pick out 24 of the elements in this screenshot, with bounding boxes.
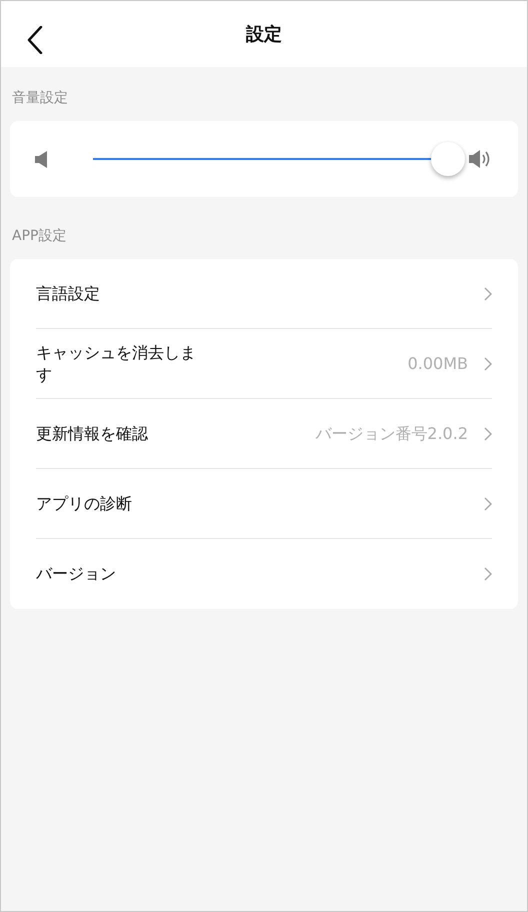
chevron-right-icon xyxy=(484,286,492,300)
row-label: バージョン xyxy=(36,563,116,585)
section-label: 音量設定 xyxy=(12,89,68,108)
page-title: 設定 xyxy=(246,22,282,46)
chevron-right-icon xyxy=(484,426,492,440)
row-value: 0.00MB xyxy=(408,352,468,374)
chevron-right-icon xyxy=(484,496,492,510)
row-value: バージョン番号2.0.2 xyxy=(315,422,468,444)
volume-slider[interactable] xyxy=(93,145,465,173)
row-label: キャッシュを消去します xyxy=(36,342,197,386)
speaker-mute-icon xyxy=(35,150,47,168)
row-label: 更新情報を確認 xyxy=(36,422,148,444)
row-label: 言語設定 xyxy=(36,282,100,304)
slider-thumb[interactable] xyxy=(431,142,465,176)
back-icon xyxy=(27,26,43,54)
settings-row[interactable]: キャッシュを消去します 0.00MB xyxy=(36,329,492,399)
settings-row[interactable]: アプリの診断 xyxy=(36,469,492,539)
row-label: アプリの診断 xyxy=(36,492,132,514)
section-label: APP設定 xyxy=(12,227,66,246)
chevron-right-icon xyxy=(484,567,492,581)
chevron-right-icon xyxy=(484,356,492,370)
settings-row[interactable]: 言語設定 xyxy=(36,259,492,329)
settings-row[interactable]: 更新情報を確認 バージョン番号2.0.2 xyxy=(36,399,492,469)
settings-row[interactable]: バージョン xyxy=(36,539,492,609)
